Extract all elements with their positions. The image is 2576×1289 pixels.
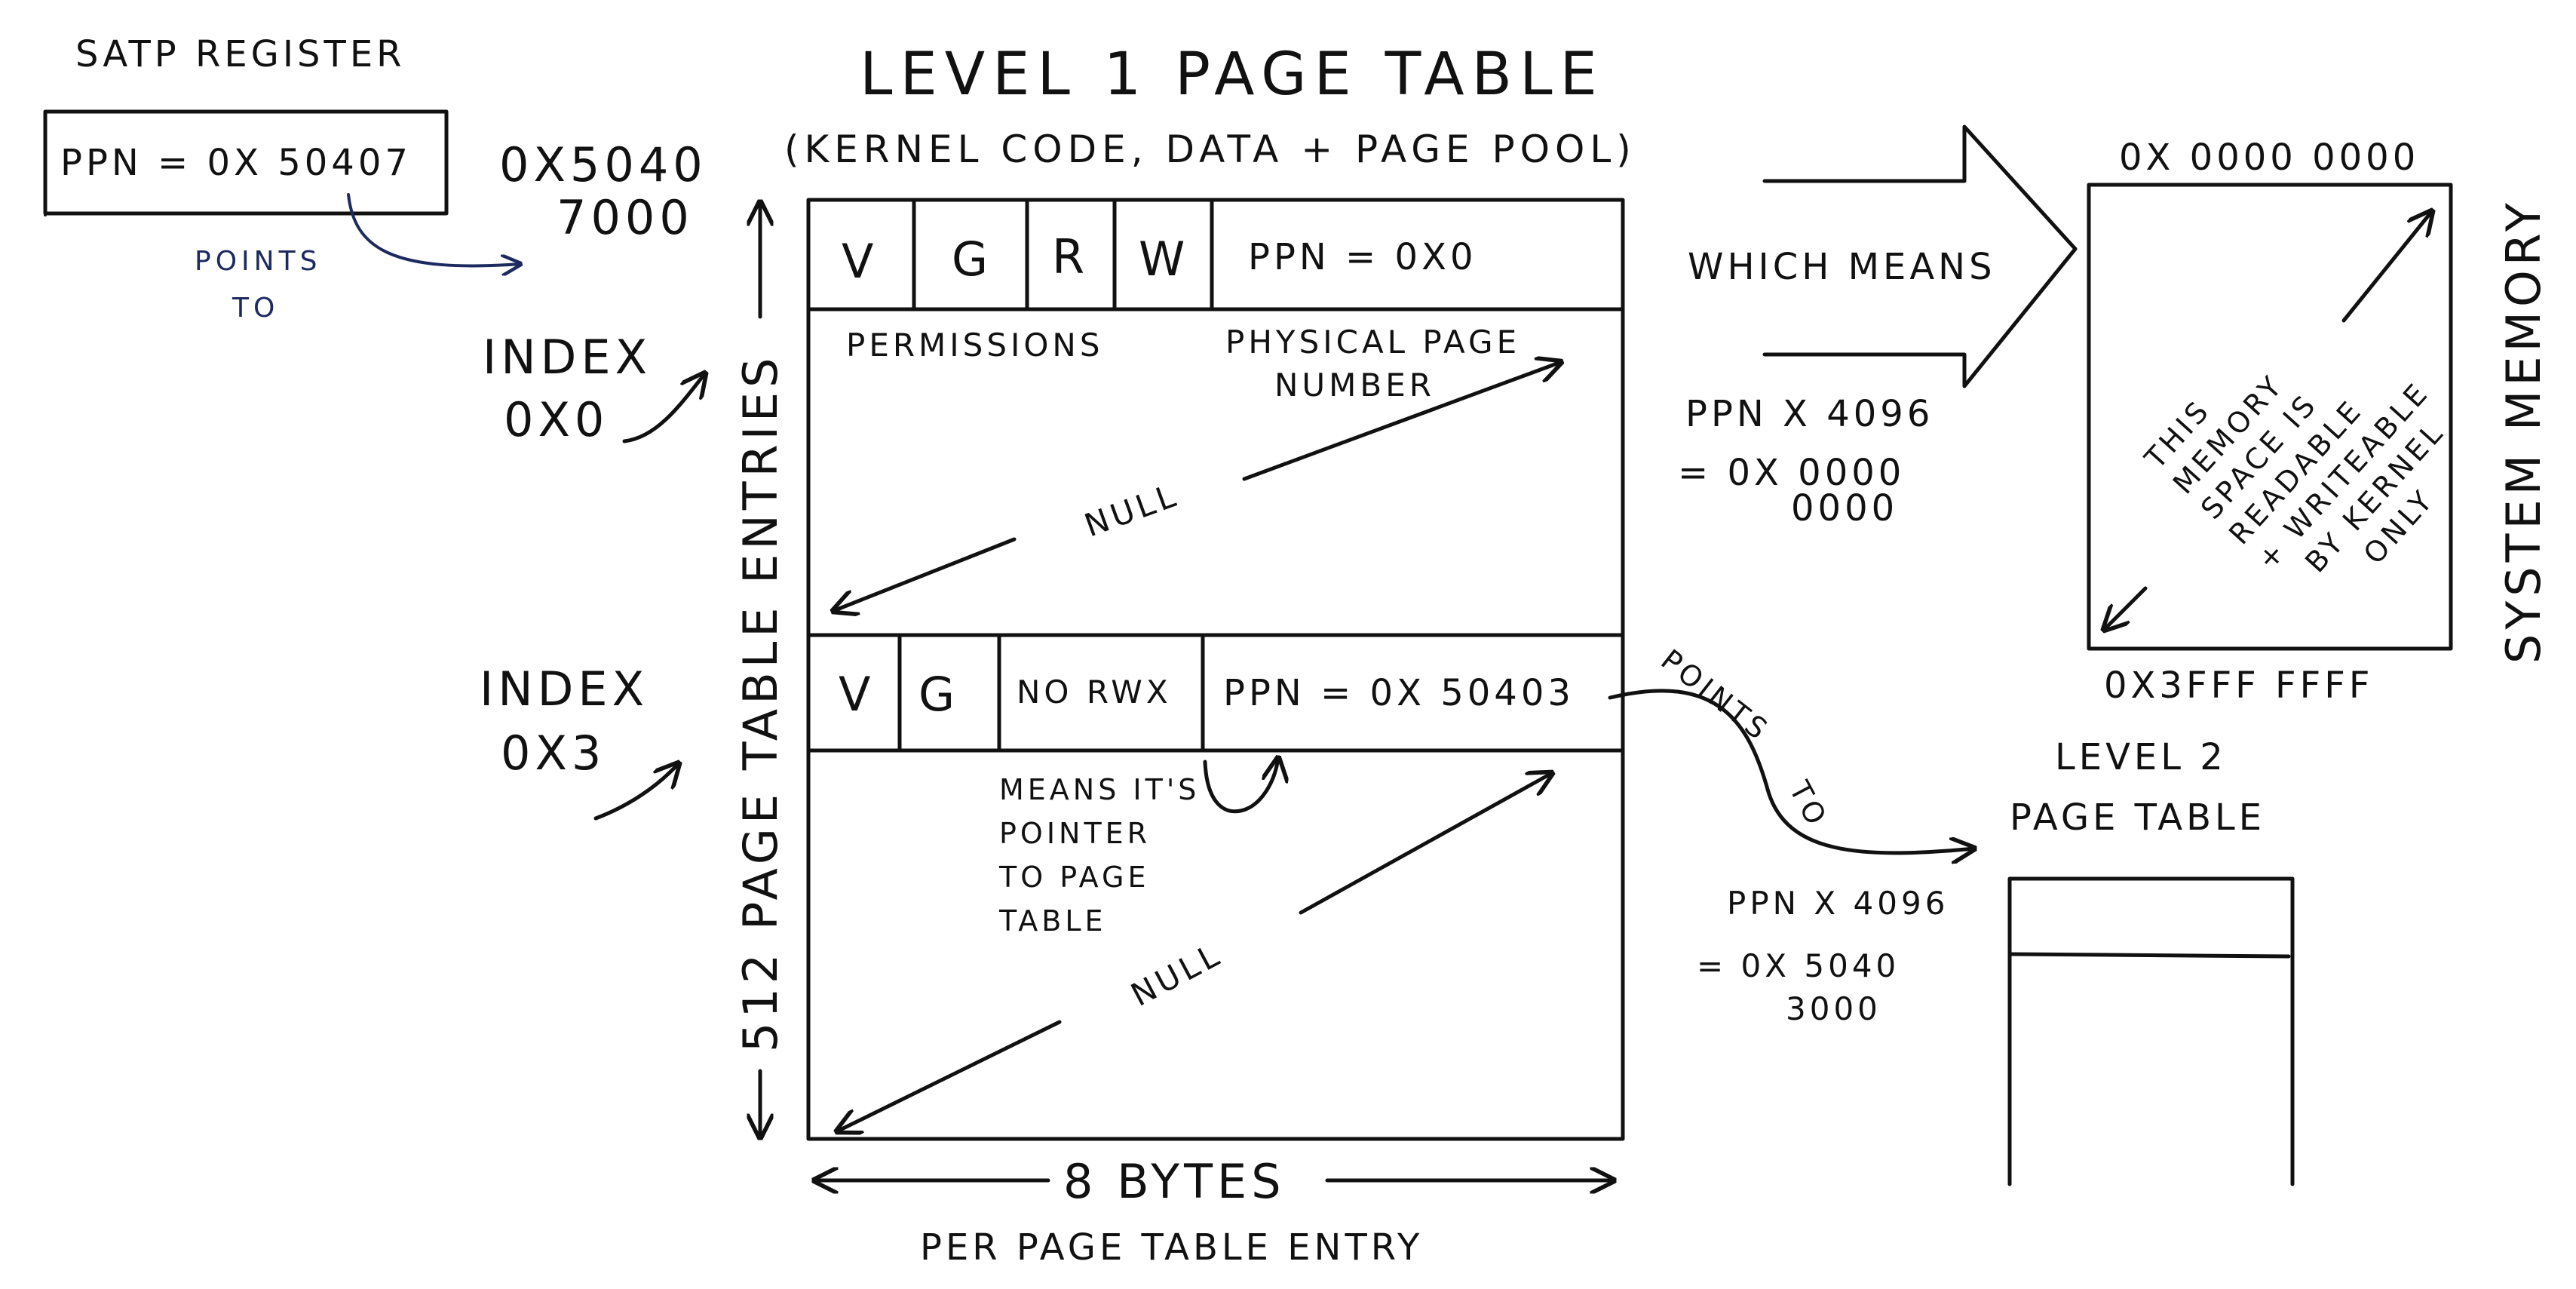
entry0-g-bit: G <box>952 232 992 287</box>
satp-pointer-arrow <box>347 193 520 265</box>
entry3-no-rwx: No RWX <box>1017 674 1172 710</box>
satp-address-line2: 7000 <box>557 190 694 245</box>
level2-title-line2: Page Table <box>2010 796 2265 839</box>
means-arrow <box>1203 758 1278 814</box>
ppn-label-line2: Number <box>1274 367 1435 404</box>
entry0-ppn: PPN = 0x0 <box>1248 236 1477 278</box>
level1-subtitle: (Kernel Code, Data + Page Pool) <box>784 127 1636 171</box>
satp-points-label-2: to <box>232 293 279 324</box>
entry3-g-bit: G <box>918 667 959 722</box>
entry0-r-bit: R <box>1052 229 1089 284</box>
entry3-pointer-arrow <box>1608 689 1974 853</box>
entry-3: V G No RWX PPN = 0x 50403 Means it's poi… <box>837 633 1974 1131</box>
entry0-v-bit: V <box>842 234 878 289</box>
satp-title: SATP Register <box>75 33 406 75</box>
satp-points-label-1: Points <box>195 246 321 277</box>
means-line1: Means it's <box>999 773 1200 806</box>
which-means-arrow: Which Means <box>1688 124 2078 388</box>
satp-address-line1: 0x5040 <box>499 137 707 192</box>
entries-side-label: 512 Page Table Entries <box>733 354 788 1052</box>
index-0-line1: Index <box>483 330 652 385</box>
level1-title: Level 1 Page Table <box>860 41 1605 109</box>
level2-table-frame <box>2007 876 2295 1186</box>
null-arrow-down-1 <box>833 537 1017 611</box>
calc2-line2: = 0x 5040 <box>1697 947 1900 984</box>
index-0-label: Index 0x0 <box>483 330 705 447</box>
memory-arrow-down <box>2104 586 2148 630</box>
permissions-label: Permissions <box>846 327 1104 364</box>
memory-bottom-address: 0x3FFF FFFF <box>2104 664 2373 707</box>
which-means-label: Which Means <box>1688 246 1996 288</box>
satp-value: PPN = 0x 50407 <box>60 142 412 184</box>
means-line4: table <box>998 904 1107 938</box>
memory-top-address: 0x 0000 0000 <box>2119 137 2419 179</box>
index-0-line2: 0x0 <box>504 392 609 447</box>
means-line2: pointer <box>999 817 1151 850</box>
level2-entry-line <box>2007 952 2291 959</box>
calc1-line3: 0000 <box>1791 487 1898 529</box>
ppn-label-line1: Physical Page <box>1225 324 1520 361</box>
calc2-line1: PPN x 4096 <box>1727 885 1949 922</box>
means-line3: to page <box>998 861 1149 894</box>
entry3-null-label: Null <box>1125 935 1228 1014</box>
level2-title-line1: Level 2 <box>2055 736 2227 778</box>
index-3-line2: 0x3 <box>501 726 606 781</box>
calc1-line1: PPN x 4096 <box>1685 393 1934 435</box>
memory-side-label: System Memory <box>2496 198 2551 664</box>
index-3-label: Index 0x3 <box>480 661 679 821</box>
entry3-v-bit: V <box>839 667 875 722</box>
satp-register: SATP Register PPN = 0x 50407 0x5040 7000… <box>43 33 707 324</box>
entry-0: V G R W PPN = 0x0 Permissions Physical P… <box>833 198 1561 611</box>
index-3-line1: Index <box>480 661 649 717</box>
memory-arrow-up <box>2341 211 2432 323</box>
memory-note: This memory space is readable + writeabl… <box>2138 368 2451 579</box>
bytes-sub-label: per page table entry <box>920 1226 1423 1269</box>
null-arrow-up-2 <box>1299 773 1552 915</box>
entry3-points-label-1: Points <box>1654 643 1776 747</box>
null-arrow-down-2 <box>837 1020 1062 1131</box>
entry3-ppn: PPN = 0x 50403 <box>1223 672 1575 714</box>
calc2-line3: 3000 <box>1786 990 1881 1027</box>
system-memory: 0x 0000 0000 0x3FFF FFFF System Memory T… <box>2087 137 2551 707</box>
entry0-null-label: Null <box>1080 476 1184 544</box>
bytes-label: 8 Bytes <box>1063 1154 1286 1209</box>
index-3-arrow <box>593 763 679 821</box>
entry0-w-bit: W <box>1139 232 1189 287</box>
level2-table: Level 2 Page Table <box>2007 736 2295 1186</box>
page-table-diagram: SATP Register PPN = 0x 50407 0x5040 7000… <box>43 33 2551 1269</box>
